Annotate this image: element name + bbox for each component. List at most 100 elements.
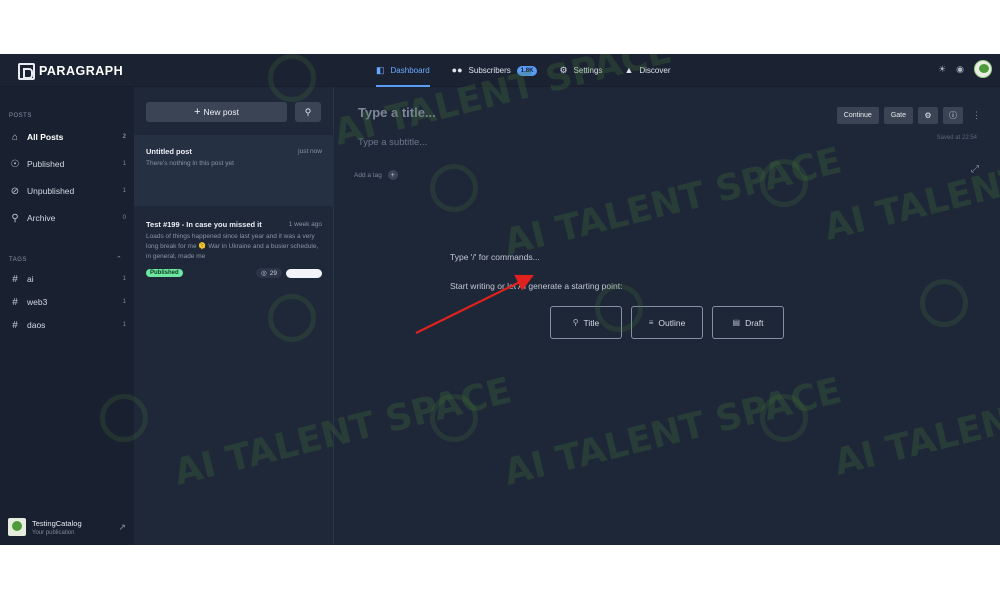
info-icon: ⓘ <box>949 111 957 120</box>
publication-profile[interactable]: TestingCatalog Your publication ↗ <box>8 517 126 537</box>
eye-off-icon: ⊘ <box>10 185 20 197</box>
new-post-button[interactable]: + New post <box>146 102 287 122</box>
publication-avatar <box>8 518 26 536</box>
post-action-pill[interactable] <box>286 268 322 278</box>
dashboard-icon: ◧ <box>376 65 385 75</box>
sidebar-tag-ai[interactable]: # ai 1 <box>8 272 126 286</box>
sidebar-item-all-posts[interactable]: ⌂ All Posts 2 <box>8 130 126 144</box>
post-excerpt: Loads of things happened since last year… <box>146 233 319 260</box>
sidebar-tag-label: daos <box>27 320 46 330</box>
post-card-header: Test #199 - In case you missed it 1 week… <box>146 220 322 229</box>
continue-button[interactable]: Continue <box>836 107 879 124</box>
generate-outline-button[interactable]: ≡ Outline <box>631 306 703 339</box>
hash-icon: # <box>12 273 18 285</box>
post-time: just now <box>298 148 322 155</box>
sidebar-item-published[interactable]: ☉ Published 1 <box>8 157 126 171</box>
plus-icon[interactable]: + <box>387 170 398 180</box>
users-icon: ●● <box>451 65 463 75</box>
sidebar-item-label: All Posts <box>27 132 64 142</box>
nav-discover-label: Discover <box>639 66 671 75</box>
sidebar-item-archive[interactable]: ⚲ Archive 0 <box>8 211 126 225</box>
ai-hint: Start writing or let AI generate a start… <box>450 281 623 291</box>
info-button[interactable]: ⓘ <box>943 107 963 124</box>
search-icon: ⚲ <box>304 106 312 117</box>
lightbulb-icon: ⚲ <box>572 318 579 327</box>
expand-icon[interactable]: ⤢ <box>971 164 979 175</box>
user-avatar[interactable] <box>974 60 992 78</box>
sidebar-item-count: 1 <box>122 188 126 194</box>
external-link-icon[interactable]: ↗ <box>118 522 126 533</box>
sidebar-tag-count: 1 <box>122 322 126 328</box>
saved-status: Saved at 22:54 <box>936 135 977 141</box>
posts-heading: POSTS <box>9 113 32 119</box>
ai-button-label: Outline <box>658 317 686 328</box>
sidebar-tag-label: ai <box>27 274 34 284</box>
subtitle-input[interactable]: Type a subtitle... <box>358 137 427 148</box>
generate-draft-button[interactable]: ▤ Draft <box>712 306 784 339</box>
post-card-footer: Published ◎ 29 <box>146 268 322 278</box>
nav-discover[interactable]: ▲ Discover <box>624 54 670 87</box>
post-title: Test #199 - In case you missed it <box>146 220 262 229</box>
post-excerpt: There's nothing in this post yet <box>146 160 234 167</box>
new-post-label: New post <box>203 107 239 117</box>
editor-toolbar: Continue Gate ⚙ ⓘ ⋮ <box>836 107 981 124</box>
views-count: 29 <box>269 269 277 277</box>
nav-dashboard-label: Dashboard <box>390 66 430 75</box>
sidebar-item-label: Published <box>27 159 65 169</box>
sidebar-tag-count: 1 <box>122 299 126 305</box>
list-icon: ≡ <box>648 318 654 327</box>
sidebar-tag-count: 1 <box>122 276 126 282</box>
sidebar-tag-label: web3 <box>27 297 48 307</box>
post-card-untitled[interactable]: Untitled post just now There's nothing i… <box>134 135 334 206</box>
status-badge: Published <box>146 269 183 277</box>
nav-settings[interactable]: ⚙ Settings <box>559 54 602 87</box>
logo[interactable]: PARAGRAPH <box>18 62 123 80</box>
nav-subscribers[interactable]: ●● Subscribers 1.8K <box>452 54 538 87</box>
search-button[interactable]: ⚲ <box>295 102 321 122</box>
command-hint: Type '/' for commands... <box>450 252 540 262</box>
sidebar-item-count: 0 <box>122 215 126 221</box>
tags-heading: TAGS <box>9 257 27 263</box>
nav-dashboard[interactable]: ◧ Dashboard <box>376 54 430 87</box>
add-tag[interactable]: Add a tag + <box>354 170 398 180</box>
editor-panel: Type a title... Type a subtitle... Add a… <box>335 87 1000 545</box>
notification-bell-icon[interactable]: ◉ <box>956 64 964 75</box>
more-options-icon[interactable]: ⋮ <box>972 110 981 121</box>
post-time: 1 week ago <box>288 221 322 228</box>
post-list-panel: + New post ⚲ Untitled post just now Ther… <box>134 87 334 545</box>
post-title: Untitled post <box>146 147 192 156</box>
sidebar: POSTS ⌂ All Posts 2 ☉ Published 1 ⊘ Unpu… <box>0 87 134 545</box>
sidebar-item-label: Archive <box>27 213 56 223</box>
ai-generate-buttons: ⚲ Title ≡ Outline ▤ Draft <box>550 306 784 339</box>
eye-icon: ◎ <box>261 270 267 277</box>
add-tag-label: Add a tag <box>354 171 382 179</box>
flame-icon: ▲ <box>624 65 634 75</box>
gear-icon: ⚙ <box>924 111 932 120</box>
sidebar-item-unpublished[interactable]: ⊘ Unpublished 1 <box>8 184 126 198</box>
post-card-header: Untitled post just now <box>146 147 322 156</box>
hash-icon: # <box>12 296 18 308</box>
archive-icon: ⚲ <box>11 212 19 224</box>
sidebar-tag-daos[interactable]: # daos 1 <box>8 318 126 332</box>
globe-icon: ☉ <box>10 158 20 170</box>
gear-icon: ⚙ <box>559 65 568 75</box>
chevron-up-icon[interactable]: ⌃ <box>116 255 122 263</box>
paragraph-logo-icon <box>18 62 35 80</box>
nav-subscribers-label: Subscribers <box>468 66 511 75</box>
sidebar-tag-web3[interactable]: # web3 1 <box>8 295 126 309</box>
ai-button-label: Draft <box>745 317 764 328</box>
subscribers-count-badge: 1.8K <box>516 65 538 76</box>
ai-button-label: Title <box>583 317 600 328</box>
generate-title-button[interactable]: ⚲ Title <box>550 306 622 339</box>
theme-toggle-icon[interactable]: ☀ <box>938 64 946 75</box>
home-icon: ⌂ <box>11 131 19 143</box>
title-input[interactable]: Type a title... <box>358 105 436 120</box>
app-window: PARAGRAPH ◧ Dashboard ●● Subscribers 1.8… <box>0 54 1000 545</box>
sidebar-item-label: Unpublished <box>27 186 75 196</box>
top-bar: PARAGRAPH ◧ Dashboard ●● Subscribers 1.8… <box>0 54 1000 87</box>
gate-button[interactable]: Gate <box>883 107 913 124</box>
profile-text: TestingCatalog Your publication <box>32 519 82 536</box>
post-card-test-199[interactable]: Test #199 - In case you missed it 1 week… <box>134 206 334 296</box>
post-settings-button[interactable]: ⚙ <box>918 107 938 124</box>
views-counter: ◎ 29 <box>256 268 282 278</box>
